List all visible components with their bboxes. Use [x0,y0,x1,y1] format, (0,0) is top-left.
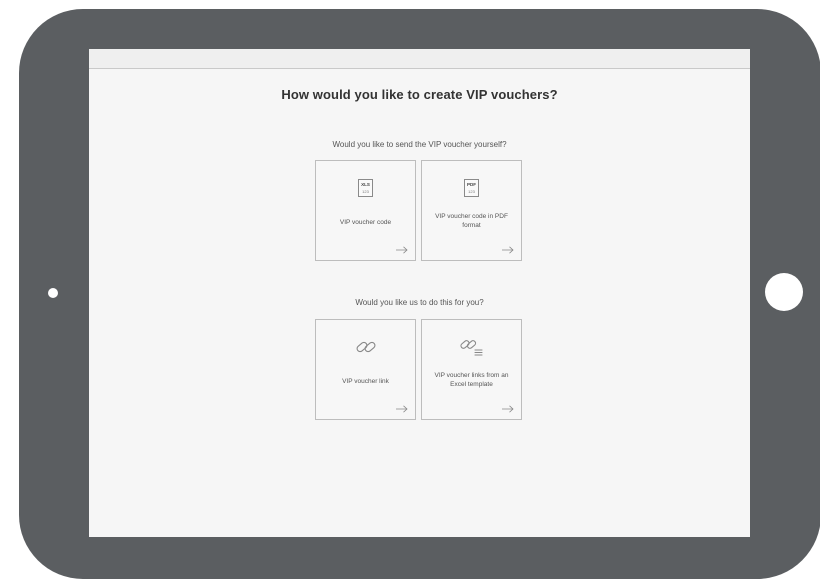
arrow-right-icon [502,246,514,254]
top-bar [89,49,750,69]
option-label: VIP voucher code [339,219,392,226]
link-list-icon [459,340,483,356]
pdf-file-icon: PDF 123 [464,179,479,197]
section-self-question: Would you like to send the VIP voucher y… [332,140,507,149]
link-icon [356,341,375,353]
option-vip-voucher-code-pdf[interactable]: PDF 123 VIP voucher code in PDF format [421,160,522,261]
option-label: VIP voucher code in PDF format [435,213,508,229]
option-label: VIP voucher links from an Excel template [434,372,509,388]
xls-file-icon: XLS 123 [358,179,373,197]
section-service-question: Would you like us to do this for you? [355,298,484,307]
option-vip-voucher-code[interactable]: XLS 123 VIP voucher code [315,160,416,261]
arrow-right-icon [396,246,408,254]
app-screen: How would you like to create VIP voucher… [89,49,750,537]
option-vip-voucher-links-excel[interactable]: VIP voucher links from an Excel template [421,319,522,420]
arrow-right-icon [502,405,514,413]
arrow-right-icon [396,405,408,413]
option-label: VIP voucher link [342,378,389,385]
camera-icon [48,288,58,298]
home-button[interactable] [765,273,803,311]
page-title: How would you like to create VIP voucher… [281,87,558,102]
option-vip-voucher-link[interactable]: VIP voucher link [315,319,416,420]
